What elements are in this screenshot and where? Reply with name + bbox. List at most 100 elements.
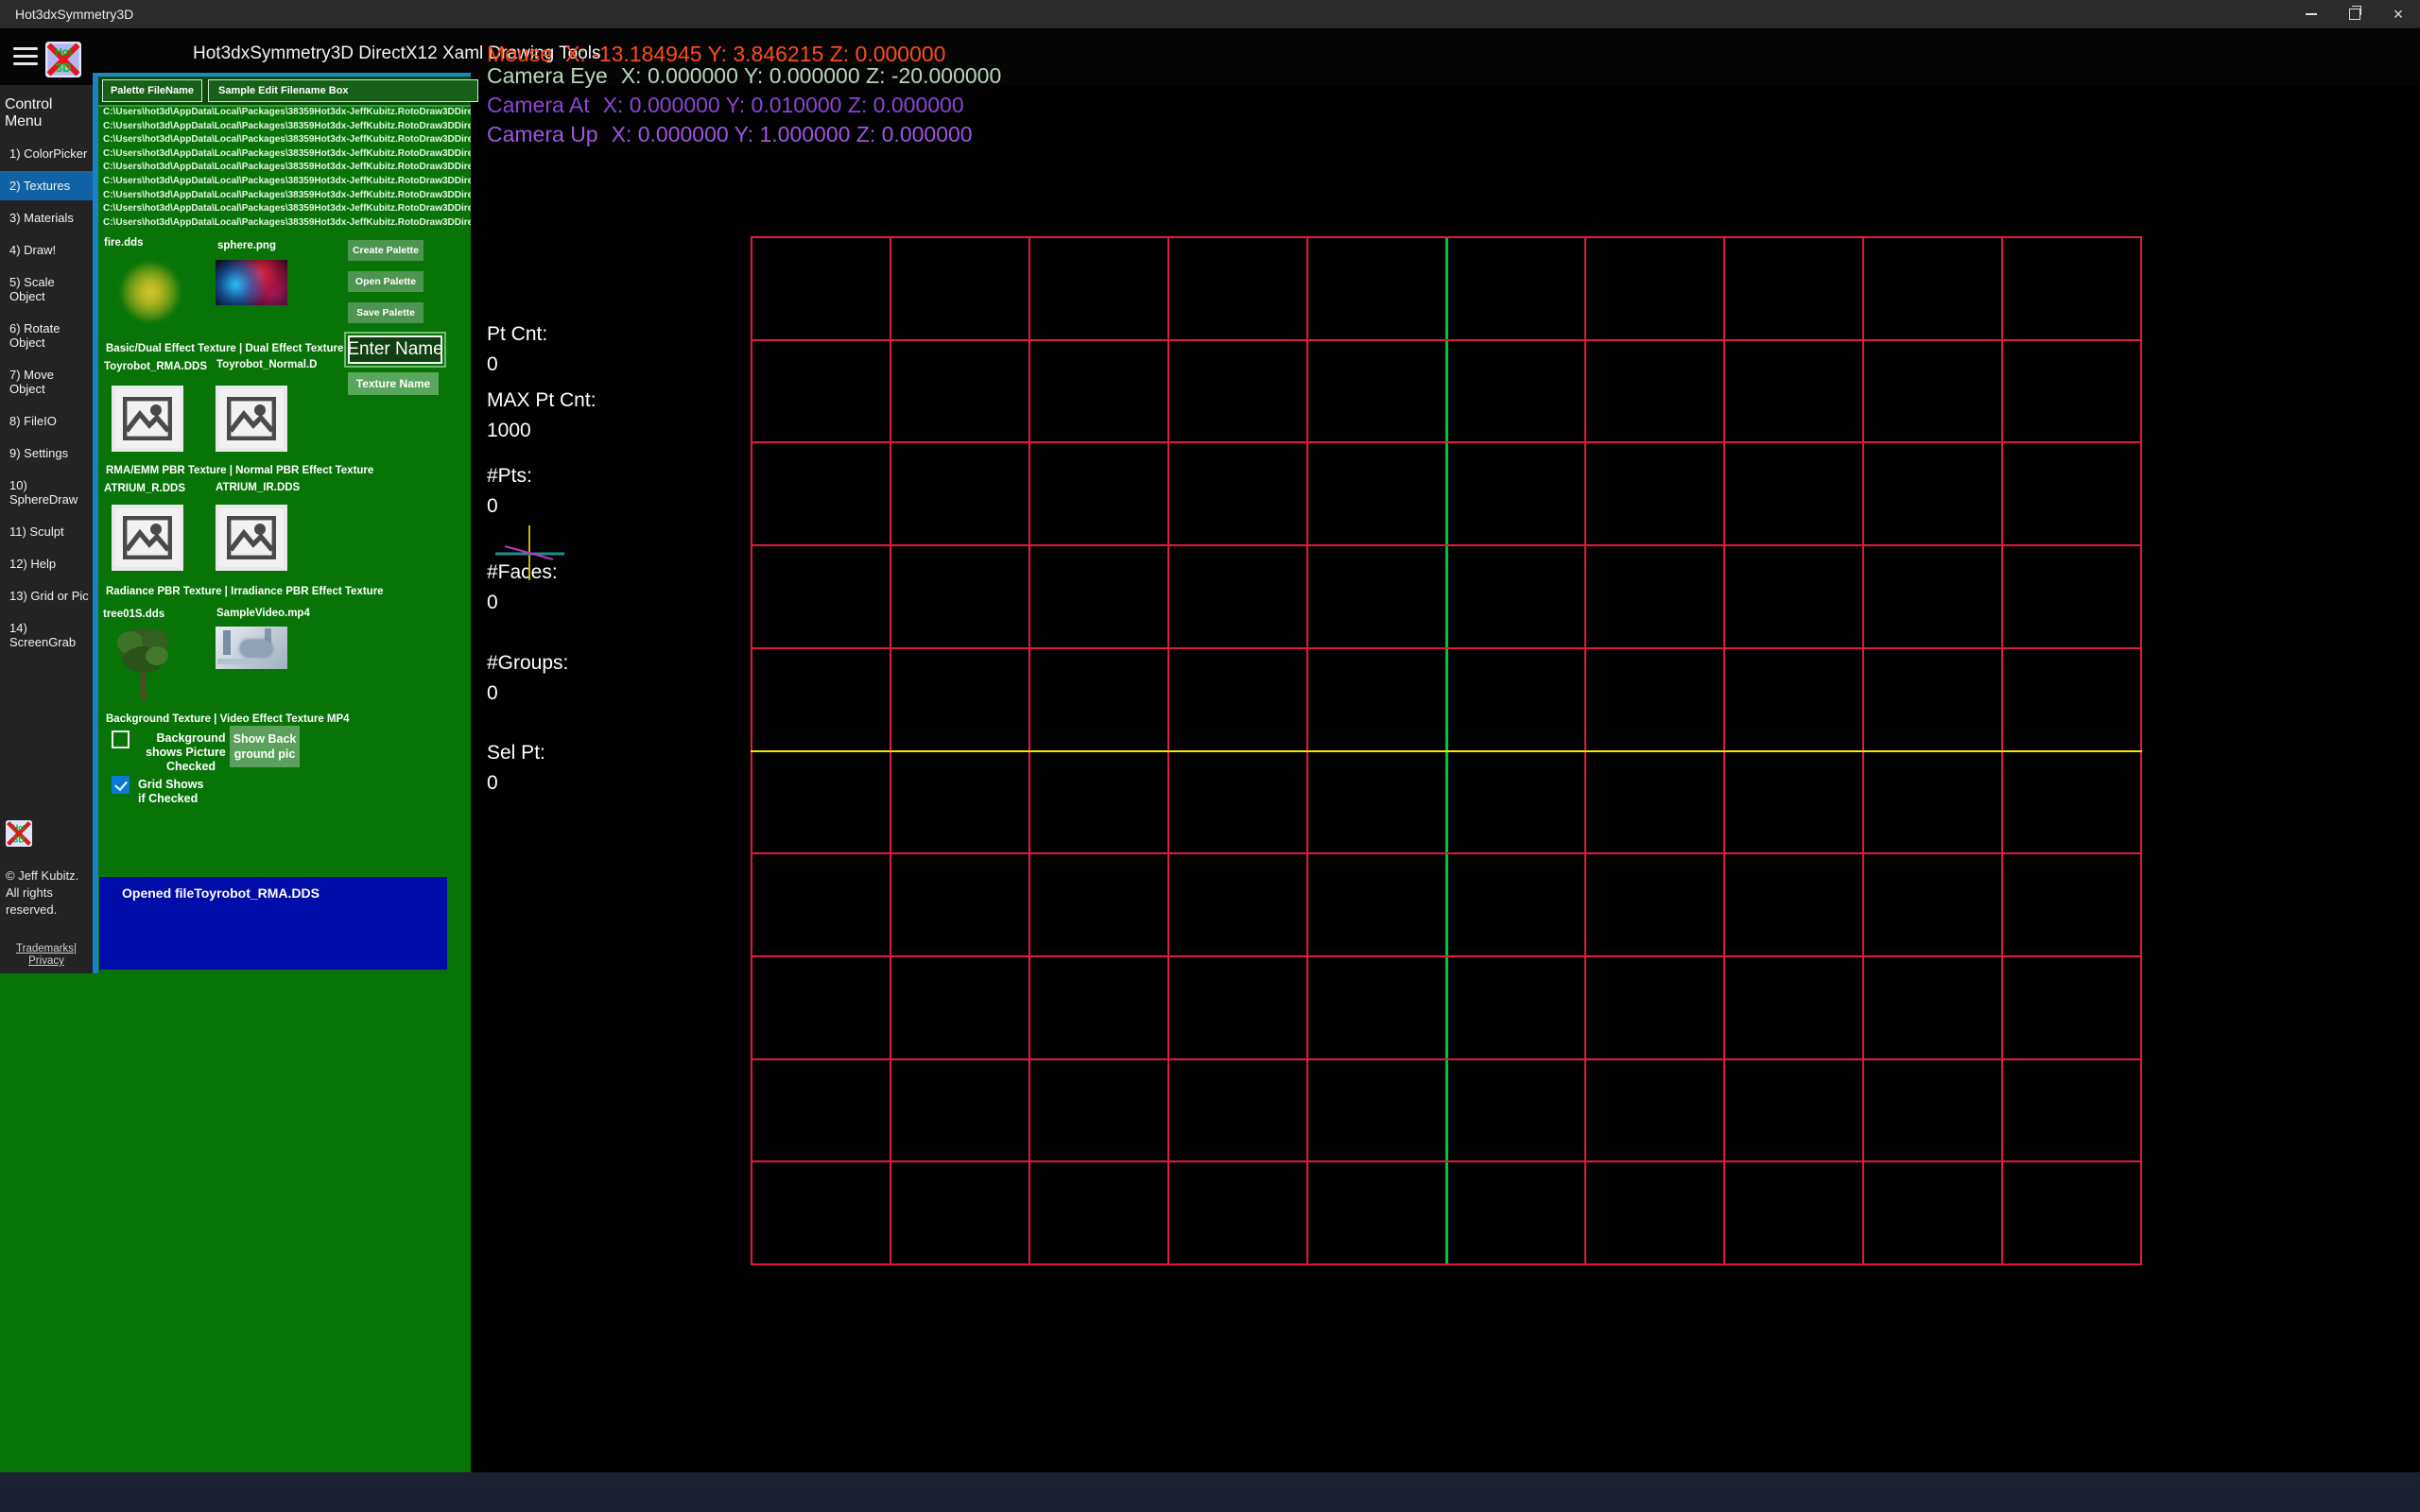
fire-texture-label: fire.dds: [104, 237, 144, 249]
restore-icon: [2349, 9, 2360, 20]
atrium-ir-placeholder-image[interactable]: [216, 505, 287, 571]
enter-name-input[interactable]: Enter Name: [348, 335, 442, 364]
viewport-grid: [751, 236, 2142, 1265]
open-palette-button[interactable]: Open Palette: [348, 271, 424, 292]
panel-left-accent: [93, 73, 98, 973]
window-title: Hot3dxSymmetry3D: [15, 7, 133, 22]
atrium-r-label: ATRIUM_R.DDS: [104, 483, 185, 494]
minimize-button[interactable]: [2290, 0, 2333, 28]
grid-shows-checkbox[interactable]: [112, 776, 130, 794]
close-button[interactable]: ×: [2377, 0, 2420, 28]
background-video-caption: Background Texture | Video Effect Textur…: [106, 713, 467, 725]
broken-image-icon: [227, 397, 276, 440]
sidebar-item-3-materials[interactable]: 3) Materials: [0, 203, 93, 232]
tree-texture-thumbnail[interactable]: [113, 624, 174, 701]
toyrobot-normal-label: Toyrobot_Normal.D: [216, 359, 318, 370]
atrium-r-placeholder-image[interactable]: [112, 505, 183, 571]
control-menu-label: Control Menu: [0, 85, 93, 136]
background-picture-checkbox[interactable]: [112, 730, 130, 748]
sidebar-item-5-scale-object[interactable]: 5) Scale Object: [0, 267, 93, 311]
radiance-caption: Radiance PBR Texture | Irradiance PBR Ef…: [106, 586, 467, 597]
sidebar-item-13-grid-or-pic[interactable]: 13) Grid or Pic: [0, 581, 93, 610]
file-path-row[interactable]: C:\Users\hot3d\AppData\Local\Packages\38…: [98, 107, 471, 121]
create-palette-button[interactable]: Create Palette: [348, 240, 424, 261]
stat-pts: #Pts:0: [487, 461, 532, 522]
sphere-texture-thumbnail[interactable]: [216, 260, 287, 305]
privacy-link[interactable]: Privacy: [28, 955, 64, 967]
sidebar-item-10-spheredraw[interactable]: 10) SphereDraw: [0, 471, 93, 514]
camera-eye-coordinates: Camera EyeX: 0.000000 Y: 0.000000 Z: -20…: [487, 63, 1001, 89]
sidebar-item-2-textures[interactable]: 2) Textures: [0, 171, 93, 200]
sidebar-item-8-fileio[interactable]: 8) FileIO: [0, 406, 93, 436]
sidebar-item-7-move-object[interactable]: 7) Move Object: [0, 360, 93, 404]
status-message: Opened fileToyrobot_RMA.DDS: [122, 885, 320, 901]
tree-texture-label: tree01S.dds: [103, 609, 164, 620]
grid-horizontal-line: [751, 852, 2142, 854]
background-picture-checkbox-label: Background shows Picture if Checked: [138, 731, 244, 774]
camera-at-coordinates: Camera AtX: 0.000000 Y: 0.010000 Z: 0.00…: [487, 93, 964, 118]
svg-text:3D: 3D: [56, 60, 72, 75]
save-palette-button[interactable]: Save Palette: [348, 302, 424, 323]
atrium-ir-label: ATRIUM_IR.DDS: [216, 482, 300, 493]
broken-image-icon: [123, 516, 172, 559]
sidebar-logo-icon: Hot 3D: [6, 820, 32, 847]
grid-horizontal-line: [751, 647, 2142, 649]
minimize-icon: [2306, 13, 2317, 15]
control-menu-sidebar: Control Menu 1) ColorPicker 2) Textures 3)…: [0, 85, 93, 973]
palette-file-list: C:\Users\hot3d\AppData\Local\Packages\38…: [98, 107, 471, 232]
file-path-row[interactable]: C:\Users\hot3d\AppData\Local\Packages\38…: [98, 217, 471, 232]
svg-text:Hot: Hot: [55, 46, 72, 58]
file-path-row[interactable]: C:\Users\hot3d\AppData\Local\Packages\38…: [98, 148, 471, 163]
grid-horizontal-line: [751, 339, 2142, 341]
tab-sample-edit-filename[interactable]: Sample Edit Filename Box: [208, 79, 478, 102]
sample-video-thumbnail[interactable]: [216, 627, 287, 669]
grid-horizontal-line: [751, 544, 2142, 546]
copyright-text: © Jeff Kubitz. All rights reserved.: [6, 868, 78, 919]
svg-text:Hot: Hot: [12, 824, 25, 833]
file-path-row[interactable]: C:\Users\hot3d\AppData\Local\Packages\38…: [98, 162, 471, 176]
file-path-row[interactable]: C:\Users\hot3d\AppData\Local\Packages\38…: [98, 134, 471, 148]
grid-center-horizontal-line: [751, 750, 2142, 752]
toyrobot-rma-placeholder-image[interactable]: [112, 386, 183, 452]
trademarks-link[interactable]: Trademarks: [16, 943, 74, 954]
grid-horizontal-line: [751, 1058, 2142, 1060]
legal-links: Trademarks| Privacy: [0, 943, 93, 968]
stat-groups: #Groups:0: [487, 648, 568, 709]
palette-tabstrip: Palette FileName Sample Edit Filename Bo…: [98, 77, 471, 107]
restore-button[interactable]: [2333, 0, 2377, 28]
toyrobot-rma-label: Toyrobot_RMA.DDS: [104, 361, 207, 372]
sidebar-item-14-screengrab[interactable]: 14) ScreenGrab: [0, 613, 93, 657]
stat-sel-pt: Sel Pt:0: [487, 738, 545, 799]
grid-shows-checkbox-label: Grid Shows if Checked: [138, 778, 214, 806]
svg-text:3D: 3D: [13, 835, 25, 846]
sidebar-item-6-rotate-object[interactable]: 6) Rotate Object: [0, 314, 93, 357]
broken-image-icon: [227, 516, 276, 559]
toyrobot-normal-placeholder-image[interactable]: [216, 386, 287, 452]
sidebar-item-9-settings[interactable]: 9) Settings: [0, 438, 93, 468]
hamburger-menu-icon[interactable]: [13, 47, 38, 66]
show-background-button[interactable]: Show Back ground pic: [230, 726, 300, 767]
stat-max-pt-cnt: MAX Pt Cnt:1000: [487, 386, 596, 446]
sidebar-item-1-colorpicker[interactable]: 1) ColorPicker: [0, 139, 93, 168]
grid-horizontal-line: [751, 1160, 2142, 1162]
status-message-box: Opened fileToyrobot_RMA.DDS: [99, 877, 447, 970]
sidebar-item-11-sculpt[interactable]: 11) Sculpt: [0, 517, 93, 546]
sidebar-item-12-help[interactable]: 12) Help: [0, 549, 93, 578]
desktop: Hot3dxSymmetry3D × Hot 3D Hot3dxSymmetry…: [0, 0, 2420, 1512]
grid-horizontal-line: [751, 236, 2142, 238]
app-logo-icon: Hot 3D: [45, 42, 81, 77]
fire-texture-thumbnail[interactable]: [119, 262, 182, 322]
tab-palette-filename[interactable]: Palette FileName: [102, 79, 202, 102]
sidebar-item-4-draw[interactable]: 4) Draw!: [0, 235, 93, 265]
file-path-row[interactable]: C:\Users\hot3d\AppData\Local\Packages\38…: [98, 203, 471, 217]
green-footer-area: [0, 973, 471, 1472]
texture-name-button[interactable]: Texture Name: [348, 372, 439, 395]
broken-image-icon: [123, 397, 172, 440]
file-path-row[interactable]: C:\Users\hot3d\AppData\Local\Packages\38…: [98, 121, 471, 135]
file-path-row[interactable]: C:\Users\hot3d\AppData\Local\Packages\38…: [98, 190, 471, 204]
camera-up-coordinates: Camera UpX: 0.000000 Y: 1.000000 Z: 0.00…: [487, 122, 973, 147]
file-path-row[interactable]: C:\Users\hot3d\AppData\Local\Packages\38…: [98, 176, 471, 190]
pbr-caption: RMA/EMM PBR Texture | Normal PBR Effect …: [106, 465, 467, 476]
stat-pt-cnt: Pt Cnt:0: [487, 319, 547, 380]
sidebar-menu: 1) ColorPicker 2) Textures 3) Materials 4) …: [0, 139, 93, 657]
